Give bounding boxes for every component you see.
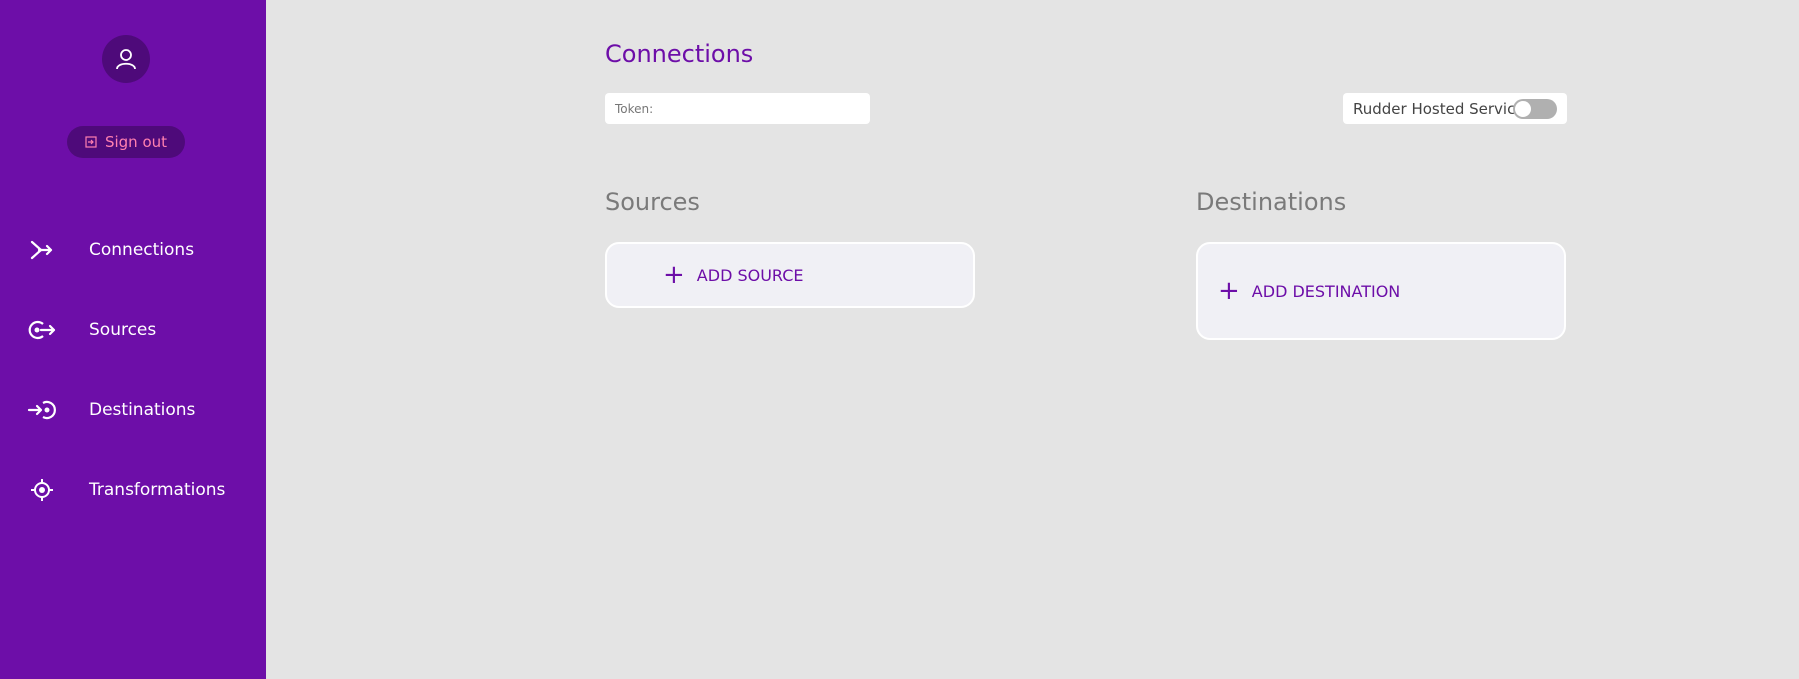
sidebar-item-label: Transformations <box>89 480 226 500</box>
plus-icon: + <box>663 260 685 290</box>
token-label: Token: <box>615 101 654 116</box>
destinations-title: Destinations <box>1196 188 1347 216</box>
sidebar-item-connections[interactable]: Connections <box>0 220 266 280</box>
destinations-icon <box>26 397 58 423</box>
hosted-service-label: Rudder Hosted Service <box>1353 99 1525 118</box>
token-field[interactable]: Token: <box>605 93 870 124</box>
connections-icon <box>26 237 58 263</box>
hosted-service-panel: Rudder Hosted Service <box>1343 93 1567 124</box>
add-source-button[interactable]: + ADD SOURCE <box>605 242 975 308</box>
toggle-knob <box>1515 101 1531 117</box>
sidebar-item-label: Sources <box>89 320 157 340</box>
sources-title: Sources <box>605 188 700 216</box>
sign-out-icon <box>85 136 97 148</box>
add-destination-label: ADD DESTINATION <box>1251 281 1401 301</box>
hosted-service-toggle[interactable] <box>1513 99 1557 119</box>
sidebar-item-sources[interactable]: Sources <box>0 300 266 360</box>
plus-icon: + <box>1218 276 1240 306</box>
add-source-label: ADD SOURCE <box>696 265 804 285</box>
avatar[interactable] <box>102 35 150 83</box>
transformations-icon <box>26 477 58 503</box>
sign-out-button[interactable]: Sign out <box>67 126 185 158</box>
token-input[interactable] <box>657 101 870 116</box>
sidebar: Sign out Connections Sources Destination… <box>0 0 266 679</box>
sign-out-label: Sign out <box>104 133 168 151</box>
sidebar-item-destinations[interactable]: Destinations <box>0 380 266 440</box>
sidebar-item-transformations[interactable]: Transformations <box>0 460 266 520</box>
sources-icon <box>26 317 58 343</box>
sidebar-item-label: Connections <box>89 240 195 260</box>
page-title: Connections <box>605 40 754 68</box>
user-icon <box>116 49 136 70</box>
add-destination-button[interactable]: + ADD DESTINATION <box>1196 242 1566 340</box>
sidebar-item-label: Destinations <box>89 400 196 420</box>
